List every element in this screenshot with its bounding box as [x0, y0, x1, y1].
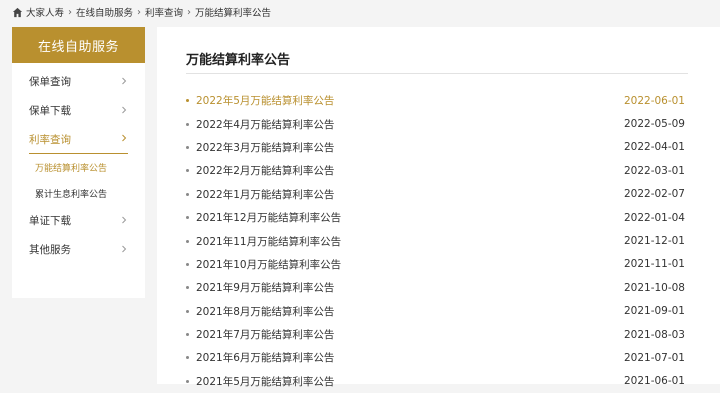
bullet-icon: [186, 309, 189, 313]
notice-date: 2021-09-01: [623, 305, 685, 318]
breadcrumb: 大家人寿 › 在线自助服务 › 利率查询 › 万能结算利率公告: [12, 4, 271, 20]
notice-date: 2021-10-08: [623, 281, 685, 294]
notice-row[interactable]: 2022年5月万能结算利率公告 2022-06-01: [186, 89, 688, 112]
notice-date: 2021-07-01: [623, 351, 685, 364]
sidebar-item-label: 保单查询: [29, 76, 71, 88]
bullet-icon: [186, 379, 189, 383]
chevron-right-icon: ›: [137, 6, 142, 18]
notice-title: 2021年10月万能结算利率公告: [196, 258, 342, 271]
notice-title: 2022年5月万能结算利率公告: [196, 95, 335, 108]
notice-title: 2022年1月万能结算利率公告: [196, 188, 335, 201]
page-title: 万能结算利率公告: [186, 53, 291, 68]
chevron-right-icon: [122, 245, 127, 252]
sidebar: 在线自助服务 保单查询 保单下载 利率查询 万能结算利率公告 累计生息利率公告 …: [12, 27, 145, 298]
bullet-icon: [186, 145, 189, 149]
main-content: 万能结算利率公告 2022年5月万能结算利率公告 2022-06-01 2022…: [157, 27, 720, 388]
notice-row[interactable]: 2021年11月万能结算利率公告 2021-12-01: [186, 229, 688, 252]
sidebar-item-label: 保单下载: [29, 105, 71, 117]
sidebar-item-rate-query[interactable]: 利率查询: [29, 125, 128, 154]
breadcrumb-current: 万能结算利率公告: [195, 8, 272, 19]
bullet-icon: [186, 192, 189, 196]
bullet-icon: [186, 239, 189, 243]
bullet-icon: [186, 122, 189, 126]
sidebar-item-label: 利率查询: [29, 133, 71, 146]
notice-row[interactable]: 2021年6月万能结算利率公告 2021-07-01: [186, 346, 688, 369]
chevron-right-icon: [122, 134, 127, 142]
notice-list: 2022年5月万能结算利率公告 2022-06-01 2022年4月万能结算利率…: [186, 89, 688, 393]
notice-title: 2022年4月万能结算利率公告: [196, 118, 335, 131]
notice-row[interactable]: 2022年2月万能结算利率公告 2022-03-01: [186, 159, 688, 182]
notice-row[interactable]: 2021年7月万能结算利率公告 2021-08-03: [186, 323, 688, 346]
notice-date: 2022-02-07: [623, 188, 685, 201]
notice-title: 2021年6月万能结算利率公告: [196, 352, 335, 365]
notice-title: 2021年7月万能结算利率公告: [196, 329, 335, 342]
sidebar-menu: 保单查询 保单下载 利率查询 万能结算利率公告 累计生息利率公告 单证下载 其他…: [12, 63, 145, 264]
bullet-icon: [186, 169, 189, 173]
notice-date: 2022-05-09: [623, 118, 685, 131]
notice-title: 2022年3月万能结算利率公告: [196, 141, 335, 154]
notice-title: 2021年12月万能结算利率公告: [196, 212, 342, 225]
notice-title: 2021年11月万能结算利率公告: [196, 235, 342, 248]
notice-row[interactable]: 2021年12月万能结算利率公告 2022-01-04: [186, 206, 688, 229]
sidebar-item-policy-download[interactable]: 保单下载: [29, 96, 128, 125]
notice-date: 2021-11-01: [623, 258, 685, 271]
chevron-right-icon: ›: [68, 6, 73, 18]
home-icon[interactable]: [12, 7, 23, 18]
bullet-icon: [186, 356, 189, 360]
notice-date: 2022-04-01: [623, 141, 685, 154]
divider: [186, 73, 688, 74]
sidebar-item-document-download[interactable]: 单证下载: [29, 206, 128, 235]
sidebar-item-policy-query[interactable]: 保单查询: [29, 67, 128, 96]
notice-title: 2021年9月万能结算利率公告: [196, 282, 335, 295]
chevron-right-icon: [122, 216, 127, 223]
notice-row[interactable]: 2021年10月万能结算利率公告 2021-11-01: [186, 253, 688, 276]
notice-title: 2021年5月万能结算利率公告: [196, 375, 335, 388]
chevron-right-icon: [122, 77, 127, 84]
bullet-icon: [186, 99, 189, 103]
notice-date: 2021-06-01: [623, 375, 685, 388]
sidebar-subitem-universal-rate[interactable]: 万能结算利率公告: [35, 154, 128, 180]
sidebar-item-other-services[interactable]: 其他服务: [29, 235, 128, 264]
notice-row[interactable]: 2022年4月万能结算利率公告 2022-05-09: [186, 112, 688, 135]
notice-date: 2021-08-03: [623, 328, 685, 341]
breadcrumb-self-service-link[interactable]: 在线自助服务: [76, 5, 133, 19]
notice-row[interactable]: 2021年5月万能结算利率公告 2021-06-01: [186, 370, 688, 393]
notice-date: 2022-03-01: [623, 164, 685, 177]
bullet-icon: [186, 216, 189, 220]
bullet-icon: [186, 333, 189, 337]
sidebar-item-label: 其他服务: [29, 244, 71, 256]
chevron-right-icon: ›: [187, 6, 192, 18]
sidebar-header: 在线自助服务: [12, 27, 145, 63]
notice-date: 2021-12-01: [623, 235, 685, 248]
notice-title: 2022年2月万能结算利率公告: [196, 165, 335, 178]
notice-date: 2022-06-01: [623, 94, 685, 107]
breadcrumb-rate-query-link[interactable]: 利率查询: [145, 5, 183, 19]
notice-row[interactable]: 2022年1月万能结算利率公告 2022-02-07: [186, 183, 688, 206]
notice-title: 2021年8月万能结算利率公告: [196, 305, 335, 318]
sidebar-item-label: 单证下载: [29, 215, 71, 227]
bullet-icon: [186, 262, 189, 266]
sidebar-subitem-accumulated-rate[interactable]: 累计生息利率公告: [35, 180, 128, 206]
notice-date: 2022-01-04: [623, 211, 685, 224]
breadcrumb-home-link[interactable]: 大家人寿: [26, 5, 64, 19]
notice-row[interactable]: 2021年9月万能结算利率公告 2021-10-08: [186, 276, 688, 299]
notice-row[interactable]: 2021年8月万能结算利率公告 2021-09-01: [186, 300, 688, 323]
chevron-right-icon: [122, 106, 127, 113]
notice-row[interactable]: 2022年3月万能结算利率公告 2022-04-01: [186, 136, 688, 159]
bullet-icon: [186, 286, 189, 290]
